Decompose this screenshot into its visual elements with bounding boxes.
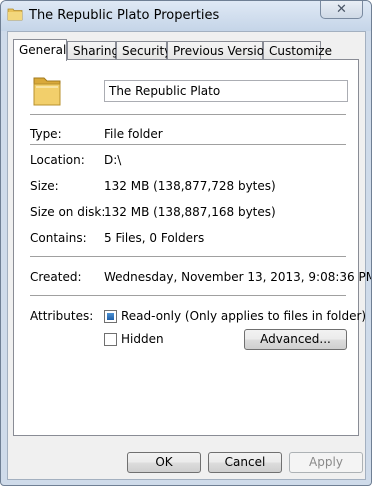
separator [30,256,346,257]
readonly-label[interactable]: Read-only (Only applies to files in fold… [121,309,366,323]
hidden-checkbox[interactable] [104,333,117,346]
contains-label: Contains: [30,231,87,245]
location-value: D:\ [104,153,122,167]
type-label: Type: [30,127,62,141]
ok-button[interactable]: OK [127,452,201,473]
tab-previous-versions[interactable]: Previous Versions [167,41,278,60]
tab-general[interactable]: General [13,39,67,61]
general-tab-panel: The Republic Plato Type: File folder Loc… [13,59,371,436]
advanced-button[interactable]: Advanced... [244,329,347,350]
size-label: Size: [30,179,59,193]
close-button[interactable]: ✕ [320,1,363,19]
readonly-checkbox[interactable] [104,310,117,323]
location-label: Location: [30,153,85,167]
tab-sharing[interactable]: Sharing [67,41,119,60]
folder-icon [33,77,61,106]
separator [30,114,346,115]
window-title: The Republic Plato Properties [29,8,220,23]
created-value: Wednesday, November 13, 2013, 9:08:36 PM [104,270,372,284]
size-on-disk-label: Size on disk: [30,205,106,219]
created-label: Created: [30,270,82,284]
close-icon: ✕ [336,2,347,17]
size-value: 132 MB (138,877,728 bytes) [104,179,276,193]
properties-window: The Republic Plato Properties ✕ General … [0,0,372,486]
apply-button: Apply [289,452,363,473]
separator [30,144,346,145]
separator [30,295,346,296]
tab-security[interactable]: Security [116,41,171,60]
contains-value: 5 Files, 0 Folders [104,231,205,245]
folder-icon [7,8,23,21]
attributes-label: Attributes: [30,309,94,323]
tab-customize[interactable]: Customize [263,41,332,60]
size-on-disk-value: 132 MB (138,887,168 bytes) [104,205,276,219]
type-value: File folder [104,127,163,141]
title-bar[interactable]: The Republic Plato Properties ✕ [1,1,371,31]
folder-name-input[interactable]: The Republic Plato [104,80,348,102]
hidden-label[interactable]: Hidden [121,332,164,346]
dialog-body: General Sharing Security Previous Versio… [7,31,371,480]
cancel-button[interactable]: Cancel [208,452,282,473]
